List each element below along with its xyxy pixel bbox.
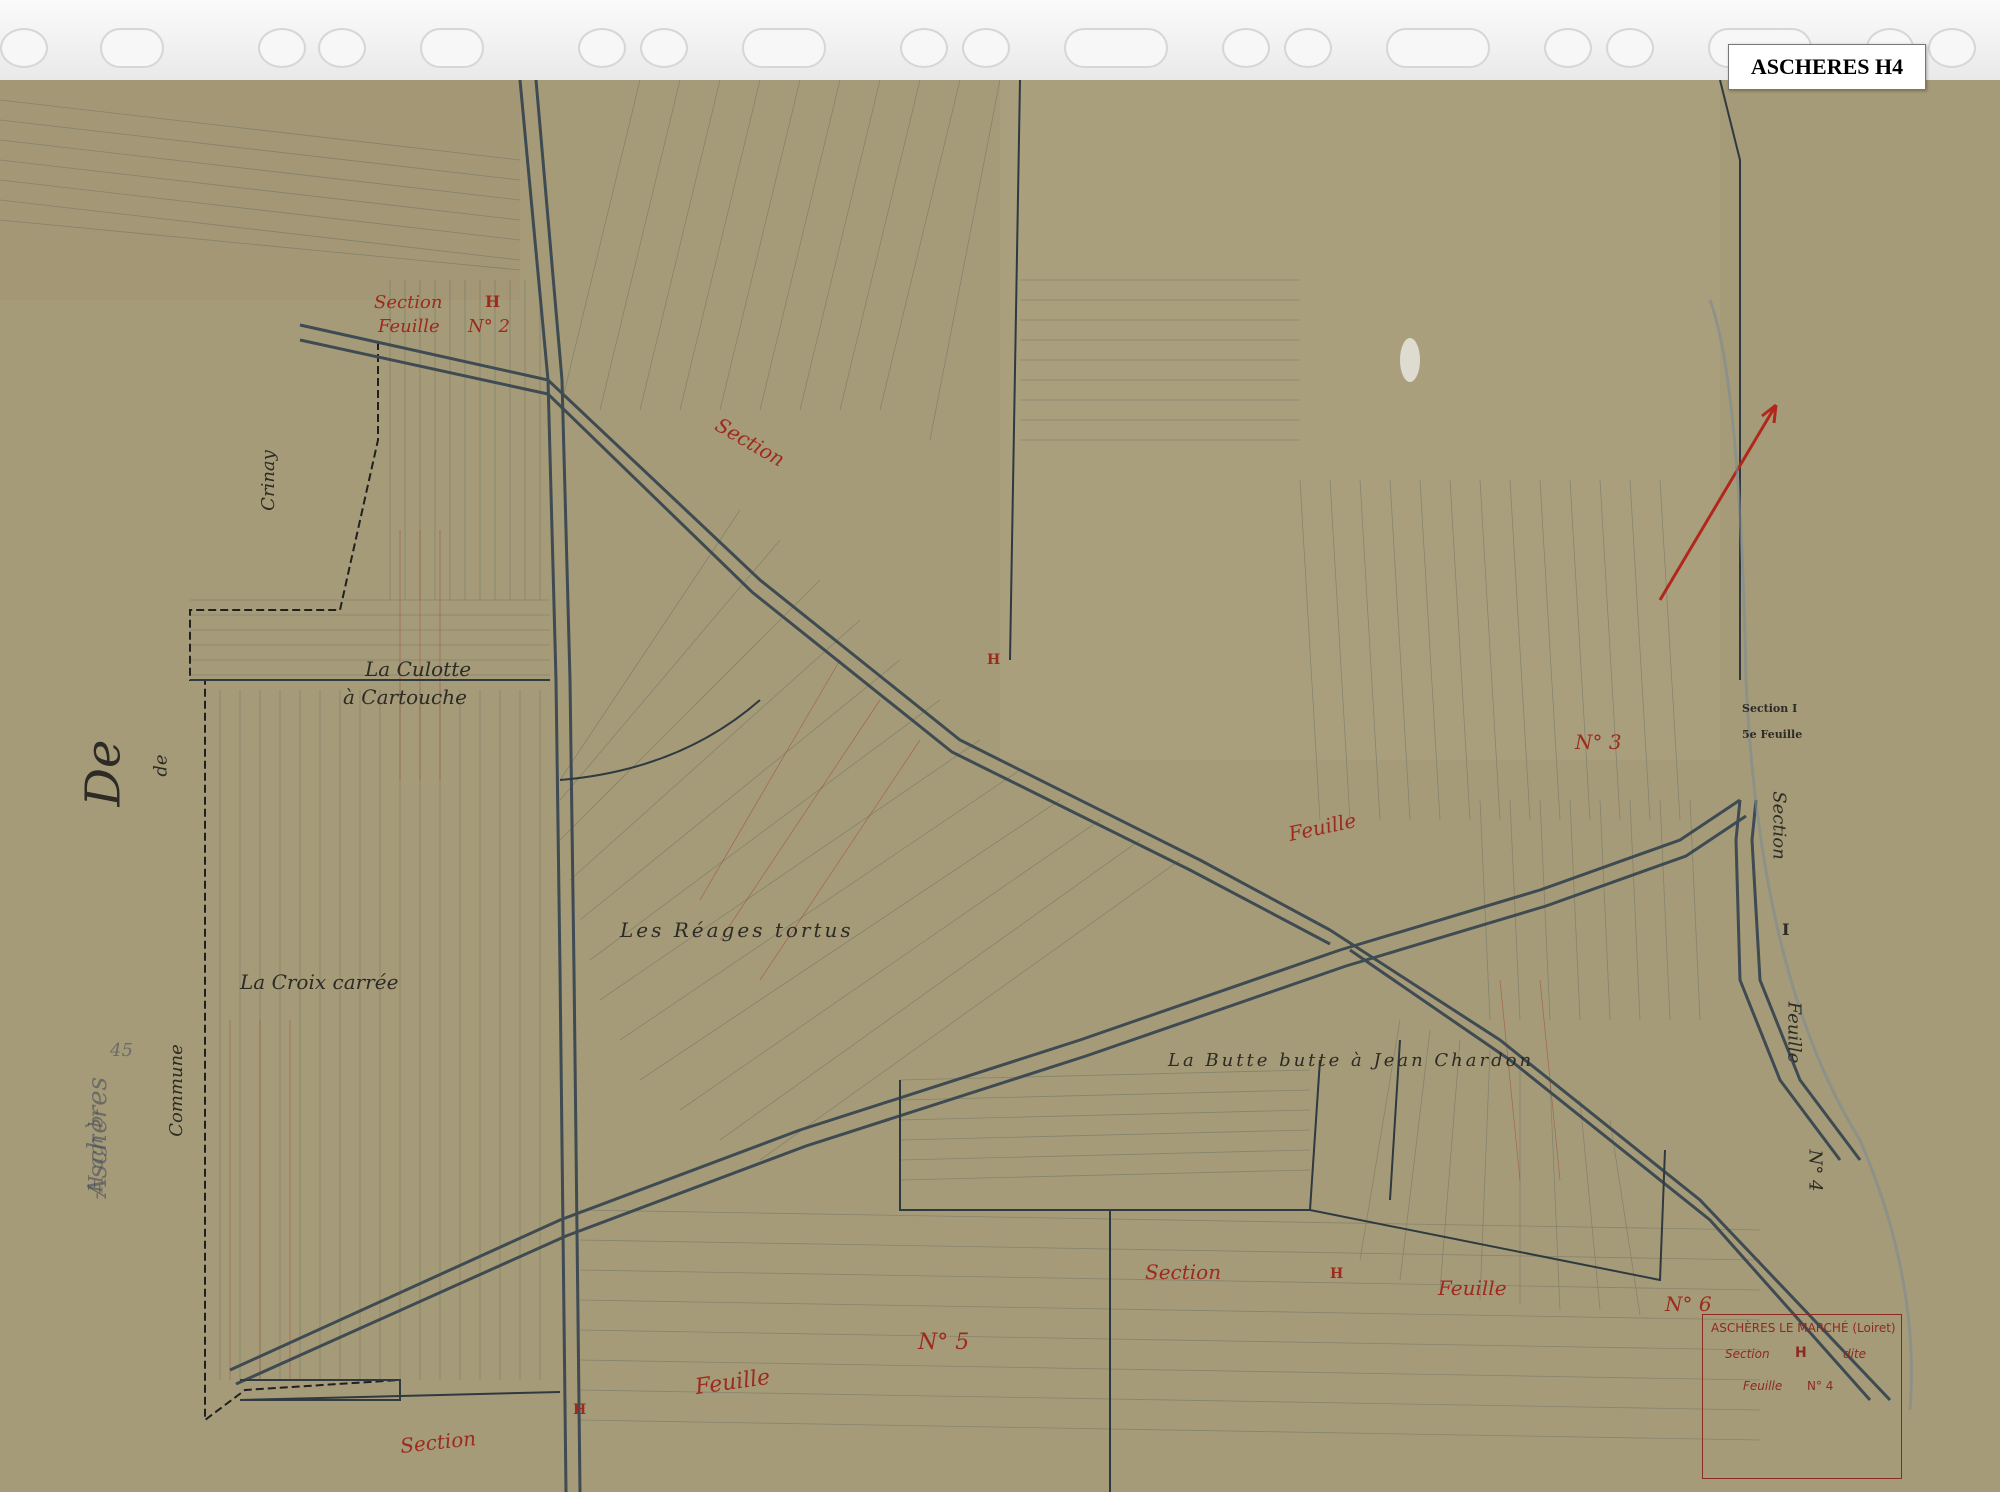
binding-hole	[420, 28, 484, 68]
cartouche-dite: dite	[1843, 1347, 1867, 1361]
commune-label: Commune	[165, 1044, 187, 1137]
binding-hole	[0, 28, 48, 68]
scanner-strip	[0, 0, 2000, 82]
feuille-number-4: N° 4	[1804, 1149, 1826, 1192]
feuille-number-5: N° 5	[918, 1330, 970, 1355]
binding-hole	[100, 28, 164, 68]
feuille-5-label: 5e Feuille	[1742, 728, 1803, 741]
de-large-label: De	[75, 739, 132, 807]
binding-hole	[1386, 28, 1490, 68]
feuille-label-right2: Feuille	[1783, 1001, 1805, 1064]
de-label: de	[150, 754, 172, 777]
feuille-number-3: N° 3	[1575, 730, 1622, 754]
cartouche-section-letter: H	[1795, 1345, 1807, 1361]
cadastral-map-sheet: La Culotte à Cartouche La Croix carrée L…	[0, 80, 2000, 1492]
binding-hole	[1064, 28, 1168, 68]
section-letter-bottom-left: H	[573, 1402, 587, 1418]
binding-hole	[640, 28, 688, 68]
catalog-tag: ASCHERES H4	[1728, 44, 1926, 90]
binding-hole	[900, 28, 948, 68]
binding-hole	[962, 28, 1010, 68]
stain	[1400, 338, 1420, 382]
place-name-croix-carree: La Croix carrée	[240, 970, 399, 994]
cartouche-section: Section	[1725, 1347, 1770, 1361]
archive-note-h-agrb: -H agr b-	[83, 1108, 108, 1200]
archive-note-45: 45	[110, 1040, 133, 1061]
binding-hole	[318, 28, 366, 68]
section-letter-bottom: H	[1330, 1266, 1344, 1282]
feuille-label-bottom: Feuille	[1438, 1276, 1507, 1300]
place-name-culotte: La Culotte	[365, 657, 472, 681]
place-name-jean-chardon: La Butte butte à Jean Chardon	[1168, 1050, 1535, 1071]
cartouche-feuille-number: N° 4	[1807, 1379, 1834, 1393]
binding-hole	[1222, 28, 1270, 68]
place-name-crinay: Crinay	[257, 450, 279, 511]
place-name-reages-tortus: Les Réages tortus	[620, 918, 854, 942]
binding-hole	[1284, 28, 1332, 68]
parcel-plan	[0, 80, 2000, 1492]
binding-hole	[258, 28, 306, 68]
section-label-bottom: Section	[1145, 1260, 1222, 1284]
section-label-right: Section	[1768, 791, 1790, 860]
binding-hole	[1928, 28, 1976, 68]
place-name-cartouche: à Cartouche	[343, 685, 467, 709]
feuille-number-6: N° 6	[1665, 1292, 1712, 1316]
feuille-number: N° 2	[468, 316, 510, 337]
section-label: Section	[374, 292, 443, 313]
title-cartouche: ASCHÈRES LE MARCHÉ (Loiret) Section H di…	[1702, 1314, 1902, 1479]
binding-hole	[578, 28, 626, 68]
binding-hole	[742, 28, 826, 68]
binding-hole	[1606, 28, 1654, 68]
feuille-label: Feuille	[378, 316, 440, 337]
section-letter-right: I	[1782, 920, 1790, 939]
section-letter-mid: H	[987, 652, 1001, 668]
section-i-label: Section I	[1742, 702, 1798, 715]
section-letter: H	[485, 292, 501, 311]
binding-hole	[1544, 28, 1592, 68]
cartouche-title: ASCHÈRES LE MARCHÉ (Loiret)	[1711, 1321, 1896, 1335]
cartouche-feuille: Feuille	[1743, 1379, 1783, 1393]
